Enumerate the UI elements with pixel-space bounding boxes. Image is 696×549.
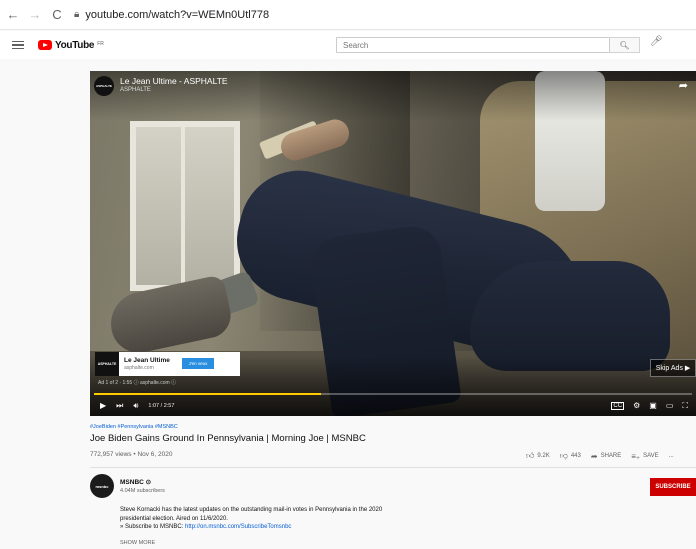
search-icon[interactable]: 🔍︎ (610, 37, 640, 53)
ad-channel-avatar[interactable]: ASPHALTE (94, 76, 114, 96)
progress-bar[interactable] (94, 393, 692, 395)
video-scene-window (130, 121, 240, 291)
ad-card[interactable]: ASPHALTE Le Jean Ultime asphalte.com J'e… (95, 352, 240, 376)
youtube-logo[interactable]: YouTube FR (38, 40, 104, 51)
video-scene-window-bar (181, 121, 185, 291)
theater-mode-icon[interactable]: ▭ (666, 402, 674, 410)
video-scene-knee (470, 261, 670, 371)
channel-avatar[interactable]: msnbc (90, 474, 114, 498)
ad-cta-button[interactable]: J'en veux (182, 358, 214, 369)
ad-header: ASPHALTE Le Jean Ultime - ASPHALTE ASPHA… (94, 76, 228, 96)
browser-toolbar: ← → C 🔒︎ youtube.com/watch?v=WEMn0Utl778 (0, 0, 696, 30)
settings-icon[interactable]: ⚙ (633, 402, 640, 410)
player-controls: ▶ ⏭︎ 🔊︎ 1:07 / 2:57 CC ⚙ ▣ ▭ ⛶ (90, 398, 696, 414)
progress-bar-fill (94, 393, 322, 395)
volume-icon[interactable]: 🔊︎ (133, 402, 138, 410)
ad-title[interactable]: Le Jean Ultime - ASPHALTE (120, 76, 228, 86)
share-button[interactable]: ➦ SHARE (591, 452, 621, 461)
address-bar[interactable]: 🔒︎ youtube.com/watch?v=WEMn0Utl778 (74, 9, 269, 21)
dislike-button[interactable]: 👎︎ 443 (560, 451, 581, 461)
share-label: SHARE (600, 453, 622, 459)
subscriber-count: 4.04M subscribers (120, 488, 165, 494)
description-line: Steve Kornacki has the latest updates on… (120, 507, 383, 513)
youtube-play-icon (38, 40, 52, 50)
add-to-playlist-icon: ≡₊ (631, 451, 641, 461)
ad-card-url: asphalte.com (124, 365, 154, 371)
next-icon[interactable]: ⏭︎ (116, 402, 123, 410)
play-icon[interactable]: ▶ (100, 402, 106, 410)
lock-icon: 🔒︎ (74, 9, 80, 20)
channel-name[interactable]: MSNBC ⊙ (120, 478, 151, 486)
more-actions-button[interactable]: ... (669, 453, 674, 459)
youtube-header: YouTube FR 🔍︎ 🎤︎ (0, 31, 696, 59)
share-arrow-icon: ➦ (590, 451, 598, 461)
subscribe-button[interactable]: SUBSCRIBE (650, 478, 696, 496)
skip-ads-button[interactable]: Skip Ads ▶ (650, 359, 696, 377)
dislike-count: 443 (570, 453, 581, 459)
like-button[interactable]: 👍︎ 9.2K (526, 451, 550, 461)
show-more-button[interactable]: SHOW MORE (120, 540, 155, 546)
reload-icon[interactable]: C (48, 6, 66, 24)
description-subscribe-text: » Subscribe to MSNBC: (120, 524, 186, 530)
ad-channel-name: ASPHALTE (120, 87, 151, 93)
save-button[interactable]: ≡₊ SAVE (631, 452, 658, 461)
fullscreen-icon[interactable]: ⛶ (682, 402, 688, 410)
back-icon[interactable]: ← (4, 6, 22, 24)
url-text: youtube.com/watch?v=WEMn0Utl778 (85, 8, 270, 21)
video-description: Steve Kornacki has the latest updates on… (120, 506, 500, 532)
hashtags[interactable]: #JoeBiden #Pennsylvania #MSNBC (90, 424, 178, 430)
video-player[interactable]: ASPHALTE Le Jean Ultime - ASPHALTE ASPHA… (90, 71, 696, 416)
video-actions: 👍︎ 9.2K 👎︎ 443 ➦ SHARE ≡₊ SAVE ... (526, 451, 674, 461)
menu-icon[interactable] (12, 41, 24, 49)
miniplayer-icon[interactable]: ▣ (649, 402, 657, 410)
thumbs-up-icon: 👍︎ (526, 451, 535, 460)
time-display: 1:07 / 2:57 (148, 403, 175, 409)
description-line: » Subscribe to MSNBC: http://on.msnbc.co… (120, 523, 500, 532)
ad-info: Ad 1 of 2 · 1:55 ⓘ asphalte.com ⓘ (98, 380, 177, 386)
search-input[interactable] (336, 37, 610, 53)
logo-text: YouTube (55, 39, 95, 51)
share-icon[interactable]: ➦ (679, 79, 688, 92)
search-bar: 🔍︎ (336, 37, 640, 53)
divider (90, 467, 696, 468)
ad-card-name: Le Jean Ultime (124, 357, 170, 364)
description-line: presidential election. Aired on 11/6/202… (120, 515, 228, 522)
like-count: 9.2K (537, 453, 550, 459)
microphone-icon[interactable]: 🎤︎ (650, 36, 663, 47)
ad-card-logo: ASPHALTE (95, 352, 119, 376)
save-label: SAVE (643, 453, 659, 459)
subscribe-link[interactable]: http://on.msnbc.com/SubscribeTomsnbc (185, 524, 291, 530)
video-title: Joe Biden Gains Ground In Pennsylvania |… (90, 433, 366, 444)
forward-icon[interactable]: → (26, 6, 44, 24)
logo-region: FR (97, 40, 104, 47)
thumbs-down-icon: 👎︎ (559, 451, 568, 460)
captions-icon[interactable]: CC (611, 402, 625, 410)
view-count: 772,957 views • Nov 6, 2020 (90, 451, 173, 458)
